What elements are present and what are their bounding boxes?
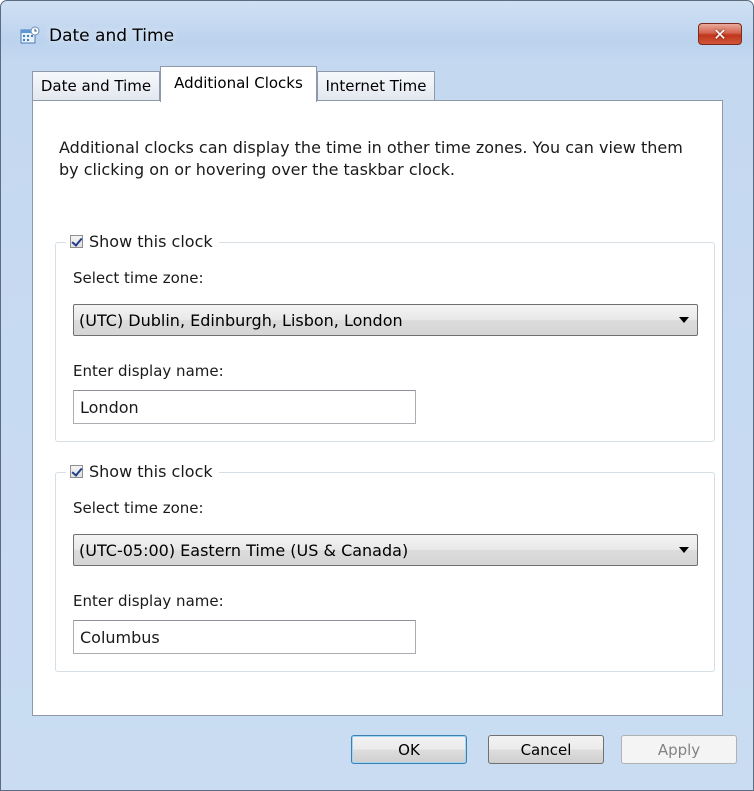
show-clock-label: Show this clock	[89, 232, 213, 251]
ok-button[interactable]: OK	[351, 735, 467, 764]
clock-group-1: Show this clock Select time zone: (UTC) …	[55, 232, 715, 442]
timezone-value: (UTC-05:00) Eastern Time (US & Canada)	[79, 540, 409, 560]
display-name-value: Columbus	[80, 627, 160, 647]
checkbox-checked-icon[interactable]	[70, 235, 83, 248]
timezone-select-2[interactable]: (UTC-05:00) Eastern Time (US & Canada)	[73, 534, 698, 566]
show-clock-1-checkbox[interactable]: Show this clock	[66, 232, 219, 251]
tab-internet-time[interactable]: Internet Time	[317, 71, 435, 100]
tab-label: Additional Clocks	[174, 73, 303, 92]
date-time-dialog: Date and Time ✕ Date and Time Additional…	[0, 0, 754, 791]
window-title: Date and Time	[49, 26, 175, 46]
clock-group-2: Show this clock Select time zone: (UTC-0…	[55, 462, 715, 672]
tab-date-and-time[interactable]: Date and Time	[32, 71, 160, 100]
display-name-label: Enter display name:	[73, 362, 224, 380]
display-name-value: London	[80, 397, 139, 417]
tab-additional-clocks[interactable]: Additional Clocks	[160, 66, 317, 102]
tab-panel: Additional clocks can display the time i…	[32, 100, 723, 716]
description-text: Additional clocks can display the time i…	[59, 138, 683, 179]
timezone-value: (UTC) Dublin, Edinburgh, Lisbon, London	[79, 310, 403, 330]
display-name-input-2[interactable]: Columbus	[73, 620, 416, 654]
display-name-input-1[interactable]: London	[73, 390, 416, 424]
display-name-label: Enter display name:	[73, 592, 224, 610]
tab-label: Date and Time	[40, 77, 152, 95]
close-button[interactable]: ✕	[698, 23, 742, 45]
show-clock-label: Show this clock	[89, 462, 213, 481]
apply-button[interactable]: Apply	[621, 735, 737, 764]
timezone-select-1[interactable]: (UTC) Dublin, Edinburgh, Lisbon, London	[73, 304, 698, 336]
calendar-clock-icon	[20, 26, 40, 44]
timezone-label: Select time zone:	[73, 499, 204, 517]
dropdown-arrow-icon[interactable]	[679, 317, 689, 323]
timezone-label: Select time zone:	[73, 269, 204, 287]
show-clock-2-checkbox[interactable]: Show this clock	[66, 462, 219, 481]
close-icon: ✕	[713, 24, 727, 44]
tab-label: Internet Time	[325, 77, 427, 95]
dropdown-arrow-icon[interactable]	[679, 547, 689, 553]
title-bar[interactable]: Date and Time ✕	[1, 1, 753, 61]
cancel-button[interactable]: Cancel	[488, 735, 604, 764]
checkbox-checked-icon[interactable]	[70, 465, 83, 478]
